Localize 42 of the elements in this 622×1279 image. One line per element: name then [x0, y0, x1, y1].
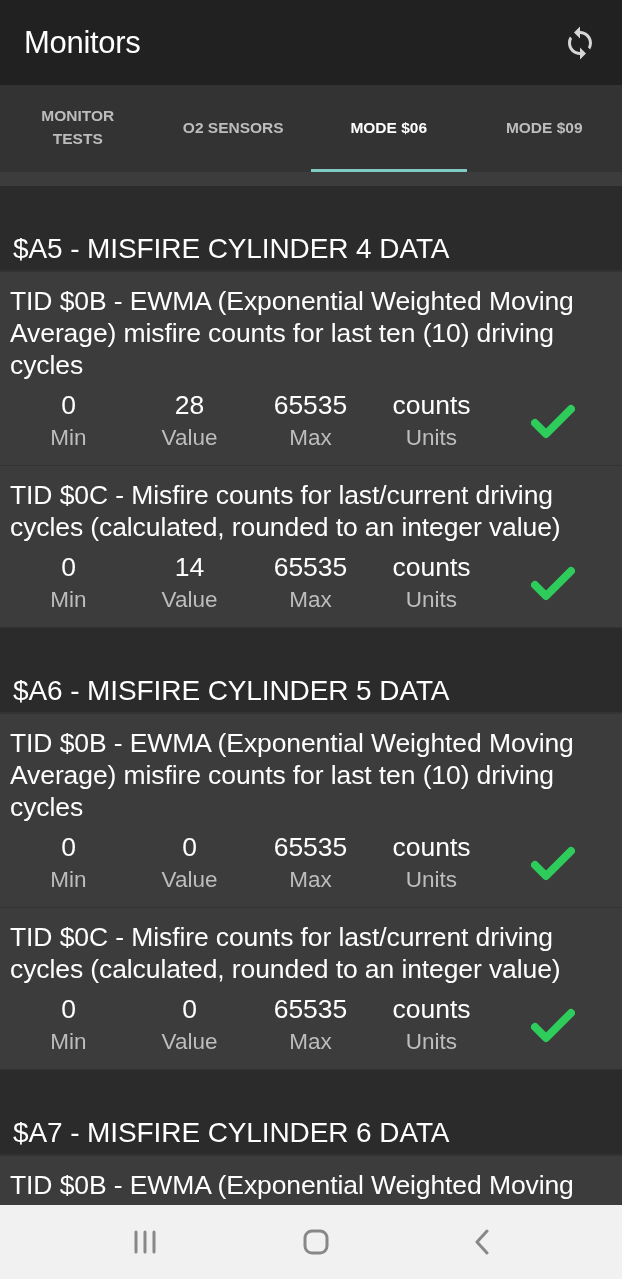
stat-label: Units — [405, 1028, 458, 1056]
stat-value: 65535 — [273, 831, 348, 863]
stat-value: 14 — [174, 551, 205, 583]
stat-label: Units — [405, 424, 458, 452]
stat-value: counts — [392, 389, 471, 421]
stat-label: Value — [161, 424, 218, 452]
tab[interactable]: MODE $09 — [466, 85, 622, 172]
test-description: TID $0B - EWMA (Exponential Weighted Moving — [10, 1169, 575, 1201]
stat-value: 0 — [61, 831, 76, 863]
stat-label: Units — [405, 586, 458, 614]
home-icon[interactable] — [303, 1229, 329, 1255]
stat-value: 65535 — [273, 389, 348, 421]
stat-value: counts — [392, 551, 471, 583]
stat-label: Min — [50, 1028, 87, 1056]
back-icon[interactable] — [473, 1229, 490, 1255]
stat-value: 0 — [182, 993, 197, 1025]
stat-value: counts — [392, 993, 471, 1025]
stat-value: 0 — [61, 993, 76, 1025]
stat-label: Value — [161, 586, 218, 614]
stat-value: 65535 — [273, 551, 348, 583]
stat-label: Max — [289, 1028, 332, 1056]
stat-label: Max — [289, 424, 332, 452]
tab[interactable]: O2 SENSORS — [155, 85, 311, 172]
recents-icon[interactable] — [132, 1230, 159, 1254]
stat-label: Min — [50, 866, 87, 894]
stat-value: 28 — [174, 389, 205, 421]
test-description: TID $0C - Misfire counts for last/current driving cycles (calculated, rounded to an integer value) — [10, 921, 562, 985]
stat-value: 0 — [61, 389, 76, 421]
stat-label: Value — [161, 1028, 218, 1056]
stat-label: Min — [50, 424, 87, 452]
stat-value: 0 — [61, 551, 76, 583]
stat-value: 65535 — [273, 993, 348, 1025]
stat-value: counts — [392, 831, 471, 863]
stat-label: Units — [405, 866, 458, 894]
app-title: Monitors — [24, 24, 141, 61]
stat-label: Max — [289, 866, 332, 894]
test-description: TID $0C - Misfire counts for last/current driving cycles (calculated, rounded to an integer value) — [10, 479, 562, 543]
stat-label: Max — [289, 586, 332, 614]
stat-label: Min — [50, 586, 87, 614]
stat-value: 0 — [182, 831, 197, 863]
tab[interactable]: MONITOR TESTS — [0, 85, 156, 172]
stat-label: Value — [161, 866, 218, 894]
